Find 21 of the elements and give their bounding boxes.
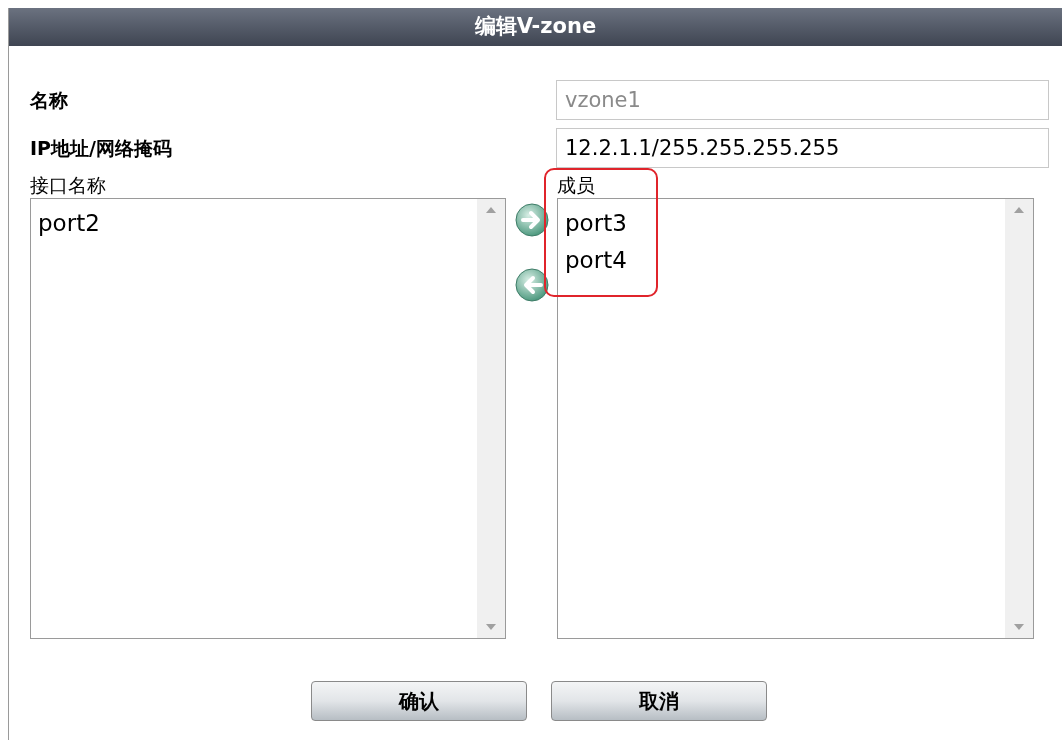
list-label: 接口名称 [30,173,107,198]
list-item[interactable]: port2 [38,205,477,242]
list-item[interactable]: port4 [565,242,1005,279]
scroll-down-icon[interactable] [486,624,496,630]
list-item[interactable]: port3 [565,205,1005,242]
scrollbar[interactable] [477,199,505,638]
scrollbar[interactable] [1005,199,1033,638]
list-box[interactable]: port2 [30,198,506,639]
dialog-button[interactable]: 确认 [311,681,527,721]
input-field[interactable]: 12.2.1.1/255.255.255.255 [556,128,1049,168]
scroll-up-icon[interactable] [486,207,496,213]
dialog-button[interactable]: 取消 [551,681,767,721]
field-label: 名称 [30,87,69,113]
field-label: IP地址/网络掩码 [30,135,173,161]
list-label: 成员 [557,173,596,198]
dialog-title: 编辑V-zone [474,13,597,41]
arrow-right-icon[interactable] [513,202,550,238]
scroll-up-icon[interactable] [1014,207,1024,213]
scroll-down-icon[interactable] [1014,624,1024,630]
arrow-left-icon[interactable] [513,267,550,303]
list-box[interactable]: port3 port4 [557,198,1034,639]
